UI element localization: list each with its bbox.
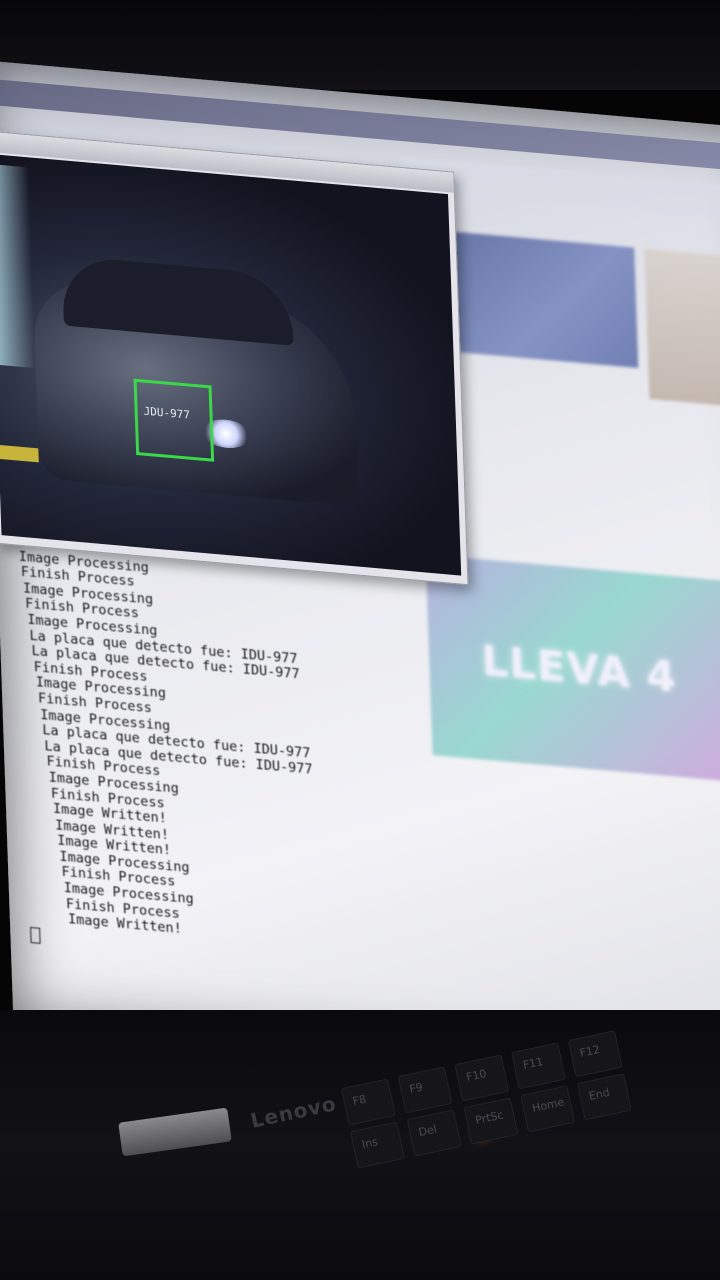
keyboard-key-label: Home — [530, 1095, 566, 1115]
camera-feed-image: JDU-977 — [0, 153, 462, 576]
light-streak — [0, 163, 36, 369]
terminal-cursor — [30, 926, 41, 944]
keyboard-key-label: Del — [417, 1122, 439, 1140]
keyboard-key[interactable]: End — [576, 1073, 632, 1121]
laptop-screen: LLEVA 4 Finish ProcessImage ProcessingFi… — [0, 60, 720, 1093]
keyboard-key-label: Ins — [360, 1135, 380, 1152]
plate-detection-box: JDU-977 — [133, 378, 215, 462]
keyboard-key-label: F12 — [578, 1042, 602, 1060]
keyboard-key[interactable]: Home — [520, 1085, 576, 1133]
keyboard-key-label: PrtSc — [474, 1108, 505, 1128]
keyboard-key-label: F10 — [465, 1067, 488, 1084]
keyboard-key[interactable]: Ins — [350, 1121, 405, 1169]
plate-overlay-text: JDU-977 — [143, 404, 191, 422]
keyboard-key[interactable]: F10 — [454, 1054, 510, 1102]
article-text-blurred — [439, 371, 659, 390]
camera-preview-window[interactable]: JDU-977 — [0, 130, 469, 586]
yellow-floor-mark — [0, 444, 39, 463]
keyboard-key[interactable]: F11 — [511, 1042, 566, 1090]
terminal-window[interactable]: Finish ProcessImage ProcessingFinish Pro… — [16, 532, 392, 1036]
terminal-output: Finish ProcessImage ProcessingFinish Pro… — [16, 532, 389, 956]
keyboard-key-label: F8 — [351, 1092, 368, 1109]
sidebar-thumbnail[interactable] — [644, 248, 720, 408]
ad-banner-text: LLEVA 4 — [480, 634, 678, 702]
keyboard-key-label: F11 — [521, 1054, 545, 1072]
keyboard-key[interactable]: F8 — [340, 1078, 396, 1126]
ad-banner[interactable]: LLEVA 4 — [425, 554, 720, 782]
keyboard-key-label: F9 — [408, 1080, 425, 1097]
keyboard-key[interactable]: F9 — [397, 1066, 453, 1114]
keyboard-key[interactable]: F12 — [567, 1030, 623, 1078]
keyboard-key-label: End — [587, 1085, 611, 1103]
keyboard-key[interactable]: Del — [406, 1109, 462, 1157]
keyboard-key[interactable]: PrtSc — [463, 1097, 519, 1145]
